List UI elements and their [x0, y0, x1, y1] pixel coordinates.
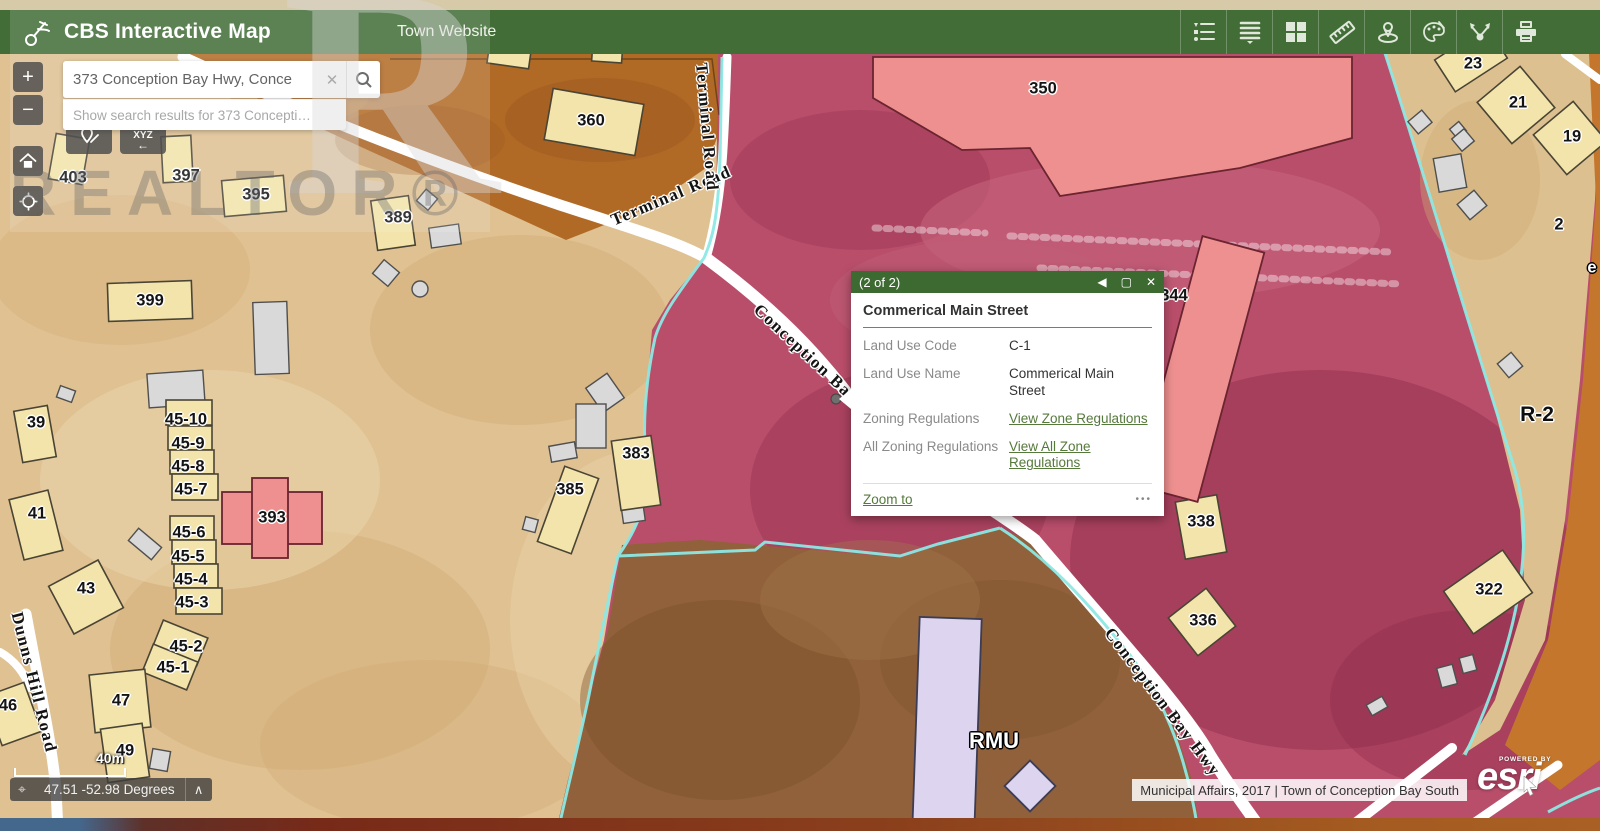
- near-me-icon[interactable]: [1364, 10, 1410, 54]
- zoom-to-link[interactable]: Zoom to: [863, 492, 913, 507]
- coordinate-expand-button[interactable]: ∧: [185, 778, 212, 801]
- popup-more-icon[interactable]: •••: [1135, 494, 1152, 505]
- coordinate-widget: ⌖ 47.51 -52.98 Degrees ∧: [10, 778, 212, 801]
- layer-list-icon[interactable]: [1226, 10, 1272, 54]
- clear-search-icon[interactable]: ✕: [318, 71, 346, 89]
- crosshair-icon[interactable]: ⌖: [10, 781, 34, 798]
- field-value: Commerical Main Street: [1009, 366, 1152, 400]
- zoom-in-button[interactable]: +: [13, 62, 43, 92]
- zoom-out-button[interactable]: −: [13, 95, 43, 125]
- scale-bar: [14, 768, 126, 777]
- popup-footer: Zoom to •••: [863, 483, 1152, 507]
- field-label: All Zoning Regulations: [863, 439, 1001, 473]
- locate-icon: [19, 192, 38, 211]
- home-icon: [19, 152, 37, 170]
- search-suggestion[interactable]: Show search results for 373 Concepti…: [63, 99, 346, 130]
- search-button[interactable]: [346, 61, 380, 98]
- basemap-gallery-icon[interactable]: [1272, 10, 1318, 54]
- popup-pointer: [839, 389, 851, 409]
- search-icon: [355, 71, 373, 89]
- app-title: CBS Interactive Map: [64, 20, 271, 44]
- popup-row: Land Use Name Commerical Main Street: [863, 366, 1152, 400]
- header-toolbar: [1180, 10, 1548, 54]
- popup-maximize-icon[interactable]: ▢: [1121, 275, 1132, 289]
- locate-button[interactable]: [13, 186, 43, 216]
- popup-close-icon[interactable]: ✕: [1146, 275, 1156, 289]
- popup-row: Land Use Code C-1: [863, 338, 1152, 355]
- search-suggestion-text: Show search results for 373 Concepti…: [63, 108, 311, 123]
- search-bar: 373 Conception Bay Hwy, Conce ✕: [63, 61, 380, 98]
- share-icon[interactable]: [1456, 10, 1502, 54]
- field-label: Land Use Code: [863, 338, 1001, 355]
- popup-header[interactable]: (2 of 2) ◀ ▢ ✕: [851, 271, 1164, 293]
- attribution-bar: Municipal Affairs, 2017 | Town of Concep…: [1132, 779, 1467, 801]
- scale-label: 40m: [96, 750, 124, 766]
- feature-popup: (2 of 2) ◀ ▢ ✕ Commerical Main Street La…: [851, 271, 1164, 516]
- mouse-cursor-icon: [1523, 776, 1541, 798]
- bottom-strip: [0, 818, 1600, 831]
- town-website-link[interactable]: Town Website: [397, 23, 496, 41]
- top-strip: [0, 0, 1600, 10]
- popup-body: Commerical Main Street Land Use Code C-1…: [851, 293, 1164, 516]
- popup-previous-icon[interactable]: ◀: [1097, 275, 1106, 289]
- home-button[interactable]: [13, 146, 43, 176]
- xyz-arrow-icon: ←: [137, 141, 149, 149]
- map-application: 4033973953893993603503443833853933941434…: [0, 0, 1600, 831]
- field-value: C-1: [1009, 338, 1152, 355]
- popup-row: Zoning Regulations View Zone Regulations: [863, 411, 1152, 428]
- print-icon[interactable]: [1502, 10, 1548, 54]
- popup-row: All Zoning Regulations View All Zone Reg…: [863, 439, 1152, 473]
- search-input-value: 373 Conception Bay Hwy, Conce: [63, 71, 318, 88]
- popup-title: Commerical Main Street: [863, 303, 1152, 328]
- field-label: Zoning Regulations: [863, 411, 1001, 428]
- all-zone-regulations-link[interactable]: View All Zone Regulations: [1009, 439, 1152, 473]
- legend-icon[interactable]: [1180, 10, 1226, 54]
- coordinate-value: 47.51 -52.98 Degrees: [34, 782, 185, 797]
- field-label: Land Use Name: [863, 366, 1001, 400]
- popup-counter: (2 of 2): [859, 275, 900, 290]
- draw-icon[interactable]: [1410, 10, 1456, 54]
- app-header: CBS Interactive Map Town Website: [0, 10, 1600, 54]
- town-logo-icon: [16, 13, 54, 51]
- search-input[interactable]: 373 Conception Bay Hwy, Conce ✕: [63, 61, 346, 98]
- measurement-icon[interactable]: [1318, 10, 1364, 54]
- zone-regulations-link[interactable]: View Zone Regulations: [1009, 411, 1152, 428]
